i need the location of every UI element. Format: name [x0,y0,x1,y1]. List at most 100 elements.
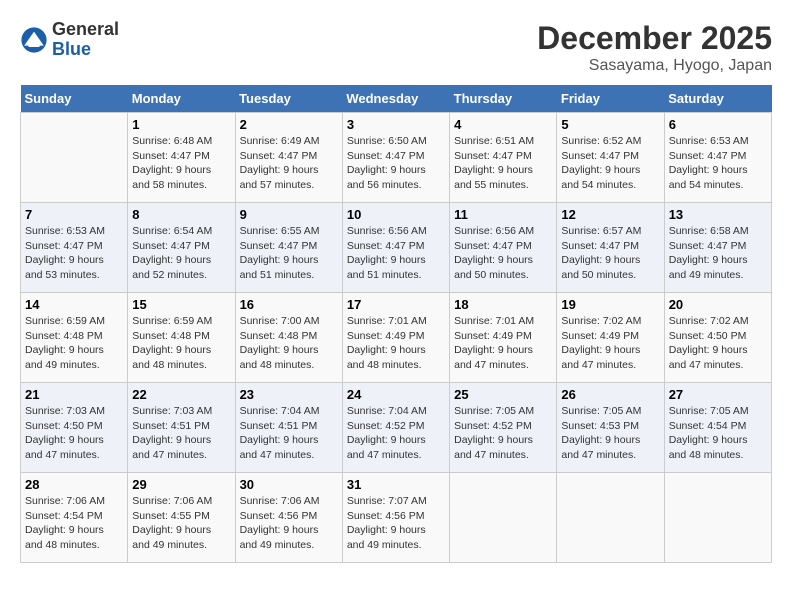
logo-general-text: General [52,19,119,39]
day-number: 15 [132,297,230,312]
day-info: Sunrise: 7:01 AMSunset: 4:49 PMDaylight:… [347,314,445,373]
day-info: Sunrise: 7:04 AMSunset: 4:51 PMDaylight:… [240,404,338,463]
day-number: 18 [454,297,552,312]
day-info: Sunrise: 7:02 AMSunset: 4:49 PMDaylight:… [561,314,659,373]
day-info: Sunrise: 7:05 AMSunset: 4:54 PMDaylight:… [669,404,767,463]
day-number: 2 [240,117,338,132]
day-number: 30 [240,477,338,492]
day-number: 29 [132,477,230,492]
day-info: Sunrise: 7:04 AMSunset: 4:52 PMDaylight:… [347,404,445,463]
calendar-title: December 2025 [537,20,772,57]
calendar-cell: 27 Sunrise: 7:05 AMSunset: 4:54 PMDayligh… [664,383,771,473]
day-info: Sunrise: 7:06 AMSunset: 4:54 PMDaylight:… [25,494,123,553]
weekday-header-row: SundayMondayTuesdayWednesdayThursdayFrid… [21,85,772,113]
day-info: Sunrise: 7:05 AMSunset: 4:52 PMDaylight:… [454,404,552,463]
calendar-cell: 4 Sunrise: 6:51 AMSunset: 4:47 PMDaylight… [450,113,557,203]
day-number: 14 [25,297,123,312]
day-number: 26 [561,387,659,402]
page-header: General Blue December 2025 Sasayama, Hyo… [20,20,772,75]
day-info: Sunrise: 7:06 AMSunset: 4:55 PMDaylight:… [132,494,230,553]
day-number: 31 [347,477,445,492]
day-number: 13 [669,207,767,222]
calendar-cell: 15 Sunrise: 6:59 AMSunset: 4:48 PMDayligh… [128,293,235,383]
calendar-cell: 23 Sunrise: 7:04 AMSunset: 4:51 PMDayligh… [235,383,342,473]
calendar-cell: 20 Sunrise: 7:02 AMSunset: 4:50 PMDayligh… [664,293,771,383]
day-number: 23 [240,387,338,402]
calendar-cell: 14 Sunrise: 6:59 AMSunset: 4:48 PMDayligh… [21,293,128,383]
weekday-header-monday: Monday [128,85,235,113]
day-info: Sunrise: 6:56 AMSunset: 4:47 PMDaylight:… [454,224,552,283]
day-info: Sunrise: 6:55 AMSunset: 4:47 PMDaylight:… [240,224,338,283]
calendar-week-row: 21Sunrise: 7:03 AMSunset: 4:50 PMDayligh… [21,383,772,473]
calendar-cell [450,473,557,563]
title-block: December 2025 Sasayama, Hyogo, Japan [537,20,772,75]
day-number: 27 [669,387,767,402]
day-info: Sunrise: 7:05 AMSunset: 4:53 PMDaylight:… [561,404,659,463]
calendar-cell: 26 Sunrise: 7:05 AMSunset: 4:53 PMDayligh… [557,383,664,473]
day-info: Sunrise: 6:48 AMSunset: 4:47 PMDaylight:… [132,134,230,193]
calendar-cell: 12Sunrise: 6:57 AMSunset: 4:47 PMDayligh… [557,203,664,293]
calendar-cell: 3Sunrise: 6:50 AMSunset: 4:47 PMDaylight… [342,113,449,203]
calendar-cell: 5 Sunrise: 6:52 AMSunset: 4:47 PMDaylight… [557,113,664,203]
day-info: Sunrise: 6:58 AMSunset: 4:47 PMDaylight:… [669,224,767,283]
day-number: 22 [132,387,230,402]
day-number: 25 [454,387,552,402]
logo-icon [20,26,48,54]
day-info: Sunrise: 6:49 AMSunset: 4:47 PMDaylight:… [240,134,338,193]
calendar-cell: 7Sunrise: 6:53 AMSunset: 4:47 PMDaylight… [21,203,128,293]
logo-blue-text: Blue [52,39,91,59]
day-number: 3 [347,117,445,132]
day-info: Sunrise: 7:07 AMSunset: 4:56 PMDaylight:… [347,494,445,553]
day-info: Sunrise: 7:06 AMSunset: 4:56 PMDaylight:… [240,494,338,553]
day-info: Sunrise: 6:59 AMSunset: 4:48 PMDaylight:… [25,314,123,373]
calendar-cell: 16 Sunrise: 7:00 AMSunset: 4:48 PMDayligh… [235,293,342,383]
day-number: 4 [454,117,552,132]
day-number: 12 [561,207,659,222]
day-info: Sunrise: 6:59 AMSunset: 4:48 PMDaylight:… [132,314,230,373]
weekday-header-sunday: Sunday [21,85,128,113]
calendar-week-row: 1 Sunrise: 6:48 AMSunset: 4:47 PMDaylight… [21,113,772,203]
calendar-cell [21,113,128,203]
calendar-body: 1 Sunrise: 6:48 AMSunset: 4:47 PMDaylight… [21,113,772,563]
calendar-week-row: 7Sunrise: 6:53 AMSunset: 4:47 PMDaylight… [21,203,772,293]
calendar-week-row: 14 Sunrise: 6:59 AMSunset: 4:48 PMDayligh… [21,293,772,383]
day-info: Sunrise: 7:03 AMSunset: 4:51 PMDaylight:… [132,404,230,463]
calendar-cell: 10 Sunrise: 6:56 AMSunset: 4:47 PMDayligh… [342,203,449,293]
day-number: 6 [669,117,767,132]
calendar-cell: 2 Sunrise: 6:49 AMSunset: 4:47 PMDaylight… [235,113,342,203]
day-info: Sunrise: 6:52 AMSunset: 4:47 PMDaylight:… [561,134,659,193]
calendar-cell: 31 Sunrise: 7:07 AMSunset: 4:56 PMDayligh… [342,473,449,563]
calendar-cell: 9 Sunrise: 6:55 AMSunset: 4:47 PMDaylight… [235,203,342,293]
calendar-cell: 8Sunrise: 6:54 AMSunset: 4:47 PMDaylight… [128,203,235,293]
day-number: 19 [561,297,659,312]
day-info: Sunrise: 7:02 AMSunset: 4:50 PMDaylight:… [669,314,767,373]
day-number: 5 [561,117,659,132]
day-info: Sunrise: 6:53 AMSunset: 4:47 PMDaylight:… [669,134,767,193]
day-info: Sunrise: 7:00 AMSunset: 4:48 PMDaylight:… [240,314,338,373]
day-info: Sunrise: 7:01 AMSunset: 4:49 PMDaylight:… [454,314,552,373]
calendar-cell: 18 Sunrise: 7:01 AMSunset: 4:49 PMDayligh… [450,293,557,383]
weekday-header-tuesday: Tuesday [235,85,342,113]
weekday-header-saturday: Saturday [664,85,771,113]
calendar-cell: 25 Sunrise: 7:05 AMSunset: 4:52 PMDayligh… [450,383,557,473]
calendar-cell: 24Sunrise: 7:04 AMSunset: 4:52 PMDayligh… [342,383,449,473]
calendar-cell: 1 Sunrise: 6:48 AMSunset: 4:47 PMDaylight… [128,113,235,203]
day-number: 9 [240,207,338,222]
day-number: 8 [132,207,230,222]
calendar-cell: 19 Sunrise: 7:02 AMSunset: 4:49 PMDayligh… [557,293,664,383]
calendar-cell: 6 Sunrise: 6:53 AMSunset: 4:47 PMDaylight… [664,113,771,203]
day-number: 10 [347,207,445,222]
calendar-subtitle: Sasayama, Hyogo, Japan [537,57,772,75]
calendar-cell: 30 Sunrise: 7:06 AMSunset: 4:56 PMDayligh… [235,473,342,563]
calendar-table: SundayMondayTuesdayWednesdayThursdayFrid… [20,85,772,563]
weekday-header-friday: Friday [557,85,664,113]
calendar-cell: 29 Sunrise: 7:06 AMSunset: 4:55 PMDayligh… [128,473,235,563]
calendar-cell [557,473,664,563]
day-info: Sunrise: 6:53 AMSunset: 4:47 PMDaylight:… [25,224,123,283]
day-number: 1 [132,117,230,132]
day-number: 11 [454,207,552,222]
day-number: 16 [240,297,338,312]
day-info: Sunrise: 6:51 AMSunset: 4:47 PMDaylight:… [454,134,552,193]
day-info: Sunrise: 6:56 AMSunset: 4:47 PMDaylight:… [347,224,445,283]
day-number: 20 [669,297,767,312]
